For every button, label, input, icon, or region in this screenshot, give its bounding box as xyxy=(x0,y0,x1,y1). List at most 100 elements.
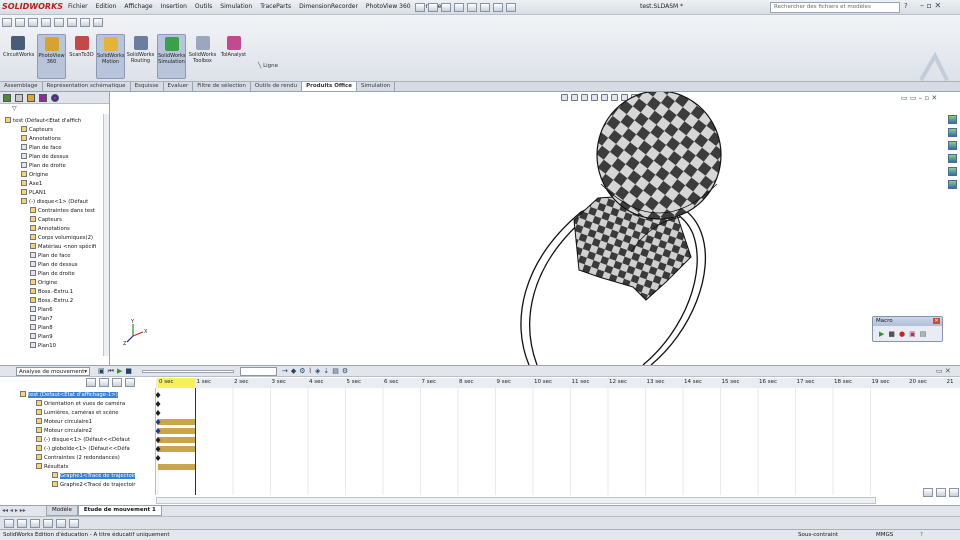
search-input[interactable]: Rechercher des fichiers et modèles xyxy=(770,2,900,13)
play-icon[interactable]: ▶ xyxy=(879,330,884,338)
contact-icon[interactable]: ◈ xyxy=(315,367,320,375)
command-tab[interactable]: Assemblage xyxy=(0,82,43,91)
motion-tree-item[interactable]: (-) globoïde<1> (Défaut<<Défa xyxy=(16,445,156,454)
tree-item[interactable]: Plan8 xyxy=(0,324,108,333)
tree-item[interactable]: (-) disque<1> (Défaut xyxy=(0,198,108,207)
key-bar[interactable] xyxy=(158,446,195,452)
results-icon[interactable]: ▤ xyxy=(332,367,339,375)
ribbon-button[interactable]: SolidWorks Routing xyxy=(126,34,155,79)
record-icon[interactable]: ● xyxy=(899,330,905,338)
design-library-icon[interactable] xyxy=(948,128,957,137)
motion-tree-item[interactable]: Contraintes (2 redondances) xyxy=(16,454,156,463)
study-properties-icon[interactable]: ⚙ xyxy=(342,367,348,375)
autokey-icon[interactable]: ◆ xyxy=(291,367,296,375)
command-tab[interactable]: Filtre de sélection xyxy=(193,82,251,91)
command-tab[interactable]: Représentation schématique xyxy=(43,82,131,91)
study-type-select[interactable]: Analyse de mouvement ▾ xyxy=(16,367,90,376)
tree-item[interactable]: Corps volumiques(2) xyxy=(0,234,108,243)
camera-icon[interactable] xyxy=(80,18,90,27)
feature-tree-tab-icon[interactable] xyxy=(3,94,11,102)
filter-driving-icon[interactable] xyxy=(99,378,109,387)
save-animation-icon[interactable]: → xyxy=(282,367,288,375)
command-tab[interactable]: Simulation xyxy=(357,82,396,91)
tree-item[interactable]: test (Défaut<Etat d'affich xyxy=(0,117,108,126)
timeline-scrollbar[interactable] xyxy=(156,497,876,504)
search-icon[interactable] xyxy=(948,154,957,163)
motion-window-controls[interactable]: ▭ ✕ xyxy=(936,367,951,375)
menu-item[interactable]: Affichage xyxy=(124,2,152,11)
menu-item[interactable]: TraceParts xyxy=(260,2,291,11)
save-icon[interactable] xyxy=(441,3,451,12)
dimxpert-tab-icon[interactable] xyxy=(39,94,47,102)
key-point[interactable] xyxy=(156,392,161,398)
tree-item[interactable]: Matériau <non spécifi xyxy=(0,243,108,252)
filter-icon[interactable]: ▽ xyxy=(12,105,17,112)
playback-speed-select[interactable] xyxy=(240,367,277,376)
play-from-start-icon[interactable]: ⏮ xyxy=(108,367,114,376)
command-tab[interactable]: Produits Office xyxy=(302,82,358,91)
tree-item[interactable]: Boss.-Extru.1 xyxy=(0,288,108,297)
key-point[interactable] xyxy=(156,401,161,407)
display-tab-icon[interactable] xyxy=(51,94,59,102)
window-controls[interactable]: – ▫ ✕ xyxy=(920,1,941,10)
help-icon[interactable]: ? xyxy=(904,2,908,10)
spring-icon[interactable]: ⌇ xyxy=(309,367,312,375)
motion-tree-item[interactable]: Moteur circulaire2 xyxy=(16,427,156,436)
tree-item[interactable]: Contraintes dans test xyxy=(0,207,108,216)
filter-animated-icon[interactable] xyxy=(86,378,96,387)
ribbon-button[interactable]: SolidWorks Simulation xyxy=(157,34,186,79)
key-point[interactable] xyxy=(156,410,161,416)
study-tab[interactable]: Modèle xyxy=(46,506,78,516)
sort-icon[interactable] xyxy=(125,378,135,387)
tree-item[interactable]: Plan de droite xyxy=(0,270,108,279)
ribbon-button[interactable]: TolAnalyst xyxy=(219,34,248,79)
tool-e-icon[interactable] xyxy=(56,519,66,528)
section-icon[interactable] xyxy=(67,18,77,27)
new-macro-icon[interactable]: ▤ xyxy=(920,330,927,338)
property-tab-icon[interactable] xyxy=(15,94,23,102)
grid-icon[interactable] xyxy=(2,18,12,27)
tree-item[interactable]: Plan10 xyxy=(0,342,108,351)
tree-item[interactable]: Plan de dessus xyxy=(0,261,108,270)
menu-item[interactable]: PhotoView 360 xyxy=(366,2,411,11)
ribbon-button[interactable]: SolidWorks Motion xyxy=(96,34,125,79)
motion-tree-item[interactable]: Graphe1<Tracé de trajectoir xyxy=(16,472,156,481)
tree-item[interactable]: Plan7 xyxy=(0,315,108,324)
layout-icon[interactable] xyxy=(41,18,51,27)
zoom-out-icon[interactable] xyxy=(936,488,946,497)
command-tab[interactable]: Outils de rendu xyxy=(251,82,303,91)
motion-tree-item[interactable]: Moteur circulaire1 xyxy=(16,418,156,427)
tree-item[interactable]: Origine xyxy=(0,279,108,288)
key-bar[interactable] xyxy=(158,464,195,470)
tree-item[interactable]: Capteurs xyxy=(0,216,108,225)
tree-item[interactable]: Capteurs xyxy=(0,126,108,135)
new-icon[interactable] xyxy=(415,3,425,12)
zoom-fit-icon[interactable] xyxy=(949,488,959,497)
undo-icon[interactable] xyxy=(467,3,477,12)
motion-tree-item[interactable]: Orientation et vues de caméra xyxy=(16,400,156,409)
play-icon[interactable]: ▶ xyxy=(117,367,122,376)
tree-item[interactable]: Boss.-Extru.2 xyxy=(0,297,108,306)
status-units[interactable]: MMGS xyxy=(876,530,893,540)
tree-item[interactable]: Plan de dessus xyxy=(0,153,108,162)
tree-scrollbar[interactable] xyxy=(103,114,109,356)
close-icon[interactable]: ✕ xyxy=(933,318,940,324)
ribbon-button[interactable]: ScanTo3D xyxy=(67,34,96,79)
tree-item[interactable]: Plan9 xyxy=(0,333,108,342)
gravity-icon[interactable]: ⇣ xyxy=(323,367,329,375)
help-icon[interactable]: ? xyxy=(920,530,923,540)
menu-item[interactable]: Simulation xyxy=(220,2,252,11)
appearances-icon[interactable] xyxy=(948,167,957,176)
custom-properties-icon[interactable] xyxy=(948,180,957,189)
open-icon[interactable] xyxy=(428,3,438,12)
menu-item[interactable]: Insertion xyxy=(161,2,187,11)
study-tab[interactable]: Etude de mouvement 1 xyxy=(77,506,162,516)
menu-item[interactable]: Fichier xyxy=(68,2,88,11)
edit-macro-icon[interactable]: ▣ xyxy=(909,330,916,338)
tool-b-icon[interactable] xyxy=(17,519,27,528)
key-point[interactable] xyxy=(156,455,161,461)
print-icon[interactable] xyxy=(454,3,464,12)
menu-item[interactable]: Outils xyxy=(195,2,212,11)
file-explorer-icon[interactable] xyxy=(948,141,957,150)
graphics-viewport[interactable]: ▭ ▭ – ▫ ✕ Y X Z xyxy=(111,92,960,365)
